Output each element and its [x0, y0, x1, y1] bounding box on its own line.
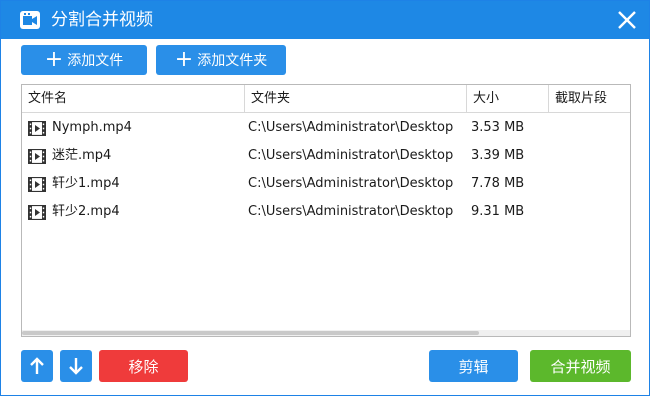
- file-name-cell: 轩少1.mp4: [28, 170, 243, 198]
- file-name: 迷茫.mp4: [52, 148, 112, 163]
- folder-cell: C:\Users\Administrator\Desktop: [248, 120, 454, 135]
- size-cell: 3.53 MB: [471, 120, 525, 135]
- video-file-icon: [28, 204, 46, 220]
- folder-cell: C:\Users\Administrator\Desktop: [248, 176, 454, 191]
- move-up-button[interactable]: [21, 350, 53, 382]
- video-file-icon: [28, 120, 46, 136]
- size-cell: 3.39 MB: [471, 148, 525, 163]
- add-folder-label: 添加文件夹: [197, 53, 268, 69]
- title-bar: 分割合并视频: [1, 1, 649, 39]
- file-name-cell: Nymph.mp4: [28, 114, 243, 142]
- file-name-cell: 轩少2.mp4: [28, 198, 243, 226]
- column-header-size[interactable]: 大小: [467, 85, 549, 113]
- column-header-name[interactable]: 文件名: [22, 85, 245, 113]
- column-header-clip[interactable]: 截取片段: [549, 85, 630, 113]
- remove-button[interactable]: 移除: [99, 350, 188, 382]
- table-row[interactable]: 轩少1.mp4 C:\Users\Administrator\Desktop 7…: [22, 170, 630, 198]
- file-name: Nymph.mp4: [52, 120, 132, 135]
- close-icon[interactable]: [611, 4, 643, 36]
- folder-cell: C:\Users\Administrator\Desktop: [248, 148, 454, 163]
- table-row[interactable]: Nymph.mp4 C:\Users\Administrator\Desktop…: [22, 114, 630, 142]
- dialog-window: 分割合并视频 + 添加文件 + 添加文件夹 文件名 文件夹 大小 截取片段 Ny…: [0, 0, 650, 396]
- horizontal-scrollbar[interactable]: [22, 330, 630, 336]
- file-name: 轩少2.mp4: [52, 204, 120, 219]
- file-list-table[interactable]: 文件名 文件夹 大小 截取片段 Nymph.mp4 C:\Users\Admin…: [21, 84, 631, 337]
- table-row[interactable]: 轩少2.mp4 C:\Users\Administrator\Desktop 9…: [22, 198, 630, 226]
- table-header: 文件名 文件夹 大小 截取片段: [22, 85, 630, 113]
- scrollbar-thumb[interactable]: [22, 331, 479, 335]
- folder-cell: C:\Users\Administrator\Desktop: [248, 204, 454, 219]
- table-row[interactable]: 迷茫.mp4 C:\Users\Administrator\Desktop 3.…: [22, 142, 630, 170]
- size-cell: 7.78 MB: [471, 176, 525, 191]
- video-file-icon: [28, 176, 46, 192]
- move-down-button[interactable]: [60, 350, 92, 382]
- add-folder-button[interactable]: + 添加文件夹: [156, 45, 286, 75]
- file-name-cell: 迷茫.mp4: [28, 142, 243, 170]
- file-name: 轩少1.mp4: [52, 176, 120, 191]
- column-header-folder[interactable]: 文件夹: [245, 85, 467, 113]
- add-file-button[interactable]: + 添加文件: [21, 45, 147, 75]
- arrow-up-icon: [30, 357, 44, 374]
- arrow-down-icon: [69, 358, 83, 375]
- window-title: 分割合并视频: [51, 10, 153, 30]
- plus-icon: +: [174, 47, 194, 72]
- add-file-label: 添加文件: [67, 53, 124, 69]
- plus-icon: +: [44, 47, 64, 72]
- size-cell: 9.31 MB: [471, 204, 525, 219]
- edit-button[interactable]: 剪辑: [429, 350, 518, 382]
- video-file-icon: [28, 148, 46, 164]
- app-video-icon: [19, 9, 41, 31]
- merge-video-button[interactable]: 合并视频: [530, 350, 631, 382]
